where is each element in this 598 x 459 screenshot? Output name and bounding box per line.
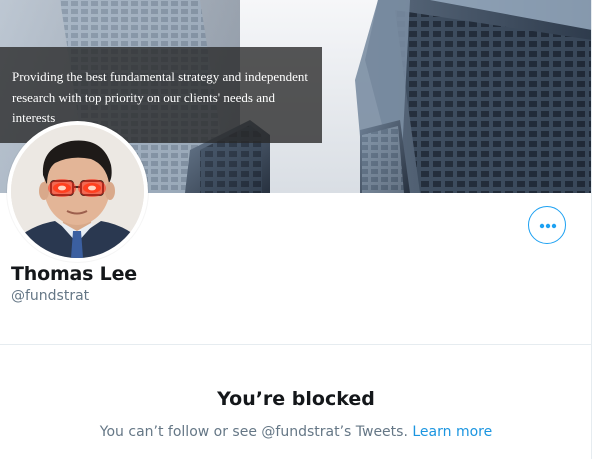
more-dots-icon bbox=[539, 223, 557, 229]
blocked-message: You can’t follow or see @fundstrat’s Twe… bbox=[0, 424, 592, 440]
profile-page: Providing the best fundamental strategy … bbox=[0, 0, 598, 459]
avatar[interactable] bbox=[7, 121, 148, 262]
banner-caption: Providing the best fundamental strategy … bbox=[12, 69, 309, 125]
more-options-button[interactable] bbox=[528, 206, 566, 244]
profile-display-name[interactable]: Thomas Lee bbox=[11, 263, 137, 285]
blocked-title: You’re blocked bbox=[217, 388, 375, 410]
profile-handle: @fundstrat bbox=[11, 288, 90, 304]
avatar-photo bbox=[11, 125, 144, 258]
learn-more-link[interactable]: Learn more bbox=[412, 424, 492, 440]
section-divider bbox=[0, 344, 592, 345]
profile-photo-laser-eyes bbox=[11, 125, 144, 258]
blocked-message-text: You can’t follow or see @fundstrat’s Twe… bbox=[99, 424, 408, 440]
